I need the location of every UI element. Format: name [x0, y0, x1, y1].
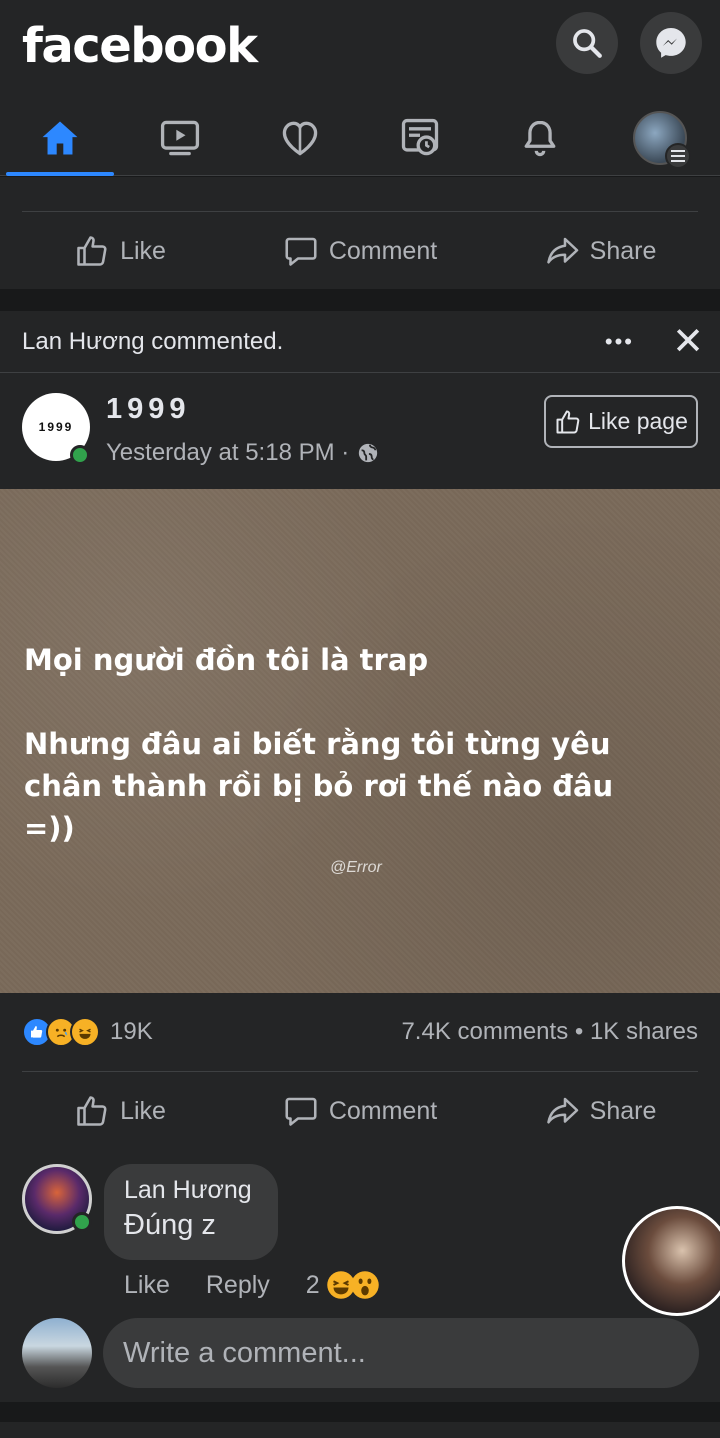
thumbs-up-icon — [556, 410, 580, 433]
like-button[interactable]: Like — [0, 1093, 240, 1129]
tab-memories[interactable] — [360, 100, 480, 176]
commenter-name[interactable]: Lan Hương — [22, 328, 145, 356]
post-card: Lan Hương commented. ••• ✕ 1999 1999 Yes… — [0, 311, 720, 489]
comment-reaction-count[interactable]: 2 — [306, 1271, 320, 1300]
post-stats: 19K 7.4K comments • 1K shares — [0, 993, 720, 1071]
comment-text: Đúng z — [124, 1209, 216, 1241]
write-comment-input[interactable] — [103, 1318, 699, 1388]
post-timestamp[interactable]: Yesterday at 5:18 PM · — [106, 439, 379, 467]
current-user-avatar — [22, 1318, 92, 1388]
tab-home[interactable] — [0, 100, 120, 176]
feed-clock-icon — [401, 118, 439, 156]
wow-reaction-icon — [350, 1271, 379, 1299]
comment-button[interactable]: Comment — [240, 233, 480, 269]
like-page-label: Like page — [588, 408, 688, 434]
share-button[interactable]: Share — [480, 1093, 720, 1129]
thumbs-up-icon — [77, 236, 107, 266]
comment-icon — [285, 237, 317, 266]
post-action-bar: Like Comment Share — [0, 212, 720, 290]
comment-bubble[interactable]: Lan Hương Đúng z — [104, 1164, 278, 1260]
post-image[interactable]: Mọi người đồn tôi là trap Nhưng đâu ai b… — [0, 489, 720, 993]
online-indicator — [72, 1212, 92, 1232]
image-watermark: @Error — [330, 859, 382, 876]
tab-dating[interactable] — [240, 100, 360, 176]
share-label: Share — [589, 1096, 657, 1125]
heart-icon — [282, 121, 318, 156]
reaction-summary[interactable]: 19K — [22, 1017, 153, 1047]
shares-count[interactable]: 1K shares — [590, 1018, 698, 1045]
image-text-line: Nhưng đâu ai biết rằng tôi từng yêu — [24, 727, 611, 761]
more-options-icon[interactable]: ••• — [605, 329, 634, 355]
comment-composer — [0, 1318, 720, 1402]
previous-post-card: Like Comment Share — [0, 177, 720, 289]
image-text-line: =)) — [24, 811, 75, 845]
next-card-edge — [0, 1422, 720, 1438]
post-header: 1999 1999 Yesterday at 5:18 PM · Like pa… — [0, 373, 720, 489]
globe-icon — [359, 443, 378, 463]
share-icon — [546, 1097, 578, 1124]
reaction-count: 19K — [110, 1018, 153, 1045]
comment-icon — [285, 1097, 317, 1126]
share-icon — [546, 237, 578, 264]
comment-label: Comment — [328, 1096, 438, 1125]
profile-avatar — [633, 111, 691, 169]
share-button[interactable]: Share — [480, 233, 720, 269]
page-avatar-text: 1999 — [38, 420, 74, 434]
separator-dot: • — [574, 1018, 590, 1045]
tab-profile-menu[interactable] — [600, 100, 720, 176]
bell-icon — [524, 120, 556, 157]
activity-text: commented. — [144, 327, 284, 355]
comment-actions: Like Reply 2 — [124, 1270, 380, 1300]
online-indicator — [70, 445, 90, 465]
like-button[interactable]: Like — [0, 233, 240, 269]
top-header: facebook — [0, 0, 720, 176]
activity-notice: Lan Hương commented. ••• ✕ — [0, 311, 720, 373]
engagement-counts: 7.4K comments • 1K shares — [401, 1018, 698, 1046]
thumbs-up-icon — [77, 1096, 107, 1126]
menu-icon — [665, 143, 691, 169]
page-name[interactable]: 1999 — [106, 393, 191, 426]
home-icon — [42, 121, 78, 155]
tab-notifications[interactable] — [480, 100, 600, 176]
messenger-button[interactable] — [640, 12, 702, 74]
comment-like-button[interactable]: Like — [124, 1271, 170, 1300]
image-text-line: chân thành rồi bị bỏ rơi thế nào đâu — [24, 769, 614, 803]
like-label: Like — [120, 236, 166, 265]
comment-button[interactable]: Comment — [240, 1093, 480, 1129]
like-page-button[interactable]: Like page — [544, 395, 698, 448]
share-label: Share — [589, 236, 657, 265]
close-icon[interactable]: ✕ — [672, 323, 704, 361]
facebook-logo[interactable]: facebook — [22, 18, 258, 74]
image-text-line: Mọi người đồn tôi là trap — [24, 643, 429, 677]
comment-label: Comment — [328, 236, 438, 265]
haha-reaction-icon — [70, 1017, 100, 1047]
search-button[interactable] — [556, 12, 618, 74]
main-tab-bar — [0, 100, 720, 176]
video-icon — [160, 120, 200, 156]
tab-watch[interactable] — [120, 100, 240, 176]
comment-author[interactable]: Lan Hương — [124, 1176, 258, 1205]
post-time-text: Yesterday at 5:18 PM · — [106, 439, 350, 466]
post-action-bar: Like Comment Share — [0, 1072, 720, 1150]
comments-count[interactable]: 7.4K comments — [401, 1018, 568, 1045]
search-icon — [573, 29, 602, 58]
comment-item: Lan Hương Đúng z Like Reply 2 — [0, 1150, 720, 1318]
messenger-icon — [656, 28, 686, 58]
like-label: Like — [120, 1096, 166, 1125]
comment-reply-button[interactable]: Reply — [206, 1271, 270, 1300]
post-actions-card: Like Comment Share — [0, 1071, 720, 1151]
